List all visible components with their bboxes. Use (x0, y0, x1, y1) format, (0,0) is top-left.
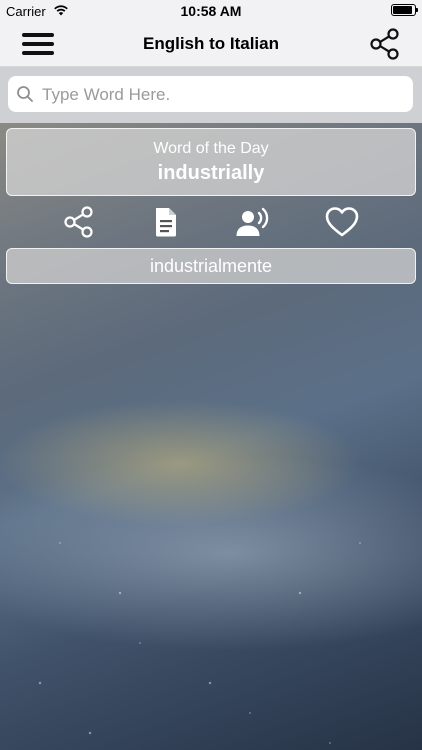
translation-card[interactable]: industrialmente (6, 248, 416, 284)
share-icon[interactable] (368, 27, 402, 61)
action-row (0, 200, 422, 244)
word-of-the-day-card[interactable]: Word of the Day industrially (6, 128, 416, 196)
document-button[interactable] (148, 204, 184, 240)
share-icon (64, 206, 93, 238)
navigation-bar: English to Italian (0, 22, 422, 67)
search-box[interactable] (8, 76, 413, 112)
status-time: 10:58 AM (180, 3, 242, 19)
share-button[interactable] (61, 204, 97, 240)
translation-text: industrialmente (149, 256, 273, 276)
search-icon (17, 86, 33, 102)
word-of-the-day-word: industrially (157, 162, 265, 184)
speaker-voice-icon (236, 207, 269, 236)
status-bar: Carrier 10:58 AM (0, 0, 422, 22)
battery-icon (391, 4, 418, 16)
speak-button[interactable] (235, 204, 271, 240)
search-bar-container (0, 67, 422, 123)
heart-icon (325, 207, 359, 237)
document-icon (156, 208, 176, 237)
search-input[interactable] (40, 78, 404, 112)
page-title: English to Italian (142, 34, 279, 53)
favorite-button[interactable] (324, 204, 360, 240)
word-of-the-day-heading: Word of the Day (153, 140, 269, 157)
